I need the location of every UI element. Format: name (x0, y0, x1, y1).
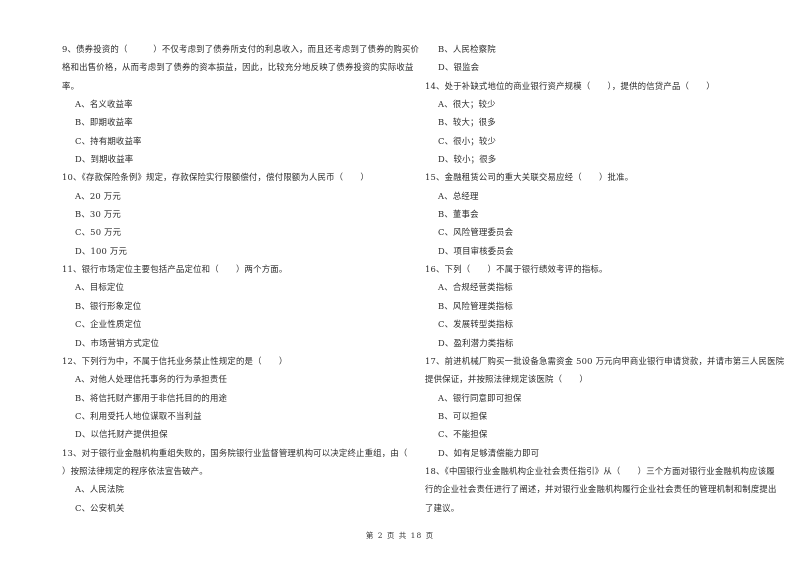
answer-option: A、银行同意即可担保 (438, 392, 522, 403)
answer-option: B、将信托财产挪用于非信托目的的用途 (75, 392, 228, 403)
question-text: 18、《中国银行业金融机构企业社会责任指引》从（ ）三个方面对银行业金融机构应该… (425, 465, 775, 476)
answer-option: B、较大；很多 (438, 117, 496, 128)
answer-option: A、名义收益率 (75, 99, 133, 110)
page-footer: 第 2 页 共 18 页 (365, 531, 435, 540)
question-text-continued: 格和出售价格，从而考虑到了债券的资本损益，因此，比较充分地反映了债券投资的实际收… (62, 62, 414, 73)
left-column: 9、债券投资的（ ）不仅考虑到了债券所支付的利息收入，而且还考虑到了债券的购买价… (62, 40, 420, 517)
answer-option: C、50 万元 (75, 227, 122, 238)
answer-option: B、银行形象定位 (75, 300, 142, 311)
question-text: 15、金融租赁公司的重大关联交易应经（ ）批准。 (425, 172, 634, 183)
answer-option: A、目标定位 (75, 282, 125, 293)
right-column: B、人民检察院 D、银监会 14、处于补缺式地位的商业银行资产规模（ ），提供的信贷… (425, 40, 785, 517)
answer-option: C、风险管理委员会 (438, 227, 514, 238)
question-text-continued: 了建议。 (425, 502, 460, 513)
question-text-continued: 提供保证，并按照法律规定该医院（ ） (425, 374, 588, 385)
answer-option: B、即期收益率 (75, 117, 133, 128)
question-text: 16、下列（ ）不属于银行绩效考评的指标。 (425, 264, 608, 275)
question-text: 13、对于银行业金融机构重组失败的，国务院银行业监督管理机构可以决定终止重组，由… (62, 447, 408, 458)
answer-option: C、利用受托人地位谋取不当利益 (75, 410, 202, 421)
answer-option: D、市场营销方式定位 (75, 337, 160, 348)
answer-option: A、很大；较少 (438, 99, 496, 110)
answer-option: B、董事会 (438, 209, 479, 220)
answer-option: D、如有足够清偿能力即可 (438, 447, 540, 458)
question-text: 17、前进机械厂购买一批设备急需资金 500 万元向甲商业银行申请贷款，并请市第… (425, 355, 785, 366)
question-text: 11、银行市场定位主要包括产品定位和（ ）两个方面。 (62, 264, 288, 275)
question-text-continued: ）按照法律规定的程序依法宣告破产。 (62, 465, 208, 476)
answer-option: C、发展转型类指标 (438, 319, 514, 330)
answer-option: D、较小；很多 (438, 154, 497, 165)
answer-option: B、可以担保 (438, 410, 488, 421)
question-text: 10、《存款保险条例》规定，存款保险实行限额偿付，偿付限额为人民币（ ） (62, 172, 369, 183)
answer-option: D、以信托财产提供担保 (75, 429, 168, 440)
answer-option: B、风险管理类指标 (438, 300, 513, 311)
answer-option: A、总经理 (438, 190, 479, 201)
answer-option: D、到期收益率 (75, 154, 134, 165)
question-text: 12、下列行为中，不属于信托业务禁止性规定的是（ ） (62, 355, 288, 366)
answer-option: D、盈利潜力类指标 (438, 337, 514, 348)
answer-option: A、人民法院 (75, 484, 125, 495)
answer-option: C、很小；较少 (438, 135, 497, 146)
question-text: 14、处于补缺式地位的商业银行资产规模（ ），提供的信贷产品（ ） (425, 80, 715, 91)
answer-option: C、企业性质定位 (75, 319, 142, 330)
answer-option: D、银监会 (438, 62, 480, 73)
answer-option: B、30 万元 (75, 209, 121, 220)
answer-option: C、公安机关 (75, 502, 125, 513)
answer-option: A、20 万元 (75, 190, 121, 201)
answer-option: C、持有期收益率 (75, 135, 142, 146)
question-text-continued: 率。 (62, 80, 80, 91)
answer-option: D、100 万元 (75, 245, 128, 256)
answer-option: B、人民检察院 (438, 44, 496, 54)
question-text: 9、债券投资的（ ）不仅考虑到了债券所支付的利息收入，而且还考虑到了债券的购买价 (62, 44, 420, 54)
answer-option: A、对他人处理信托事务的行为承担责任 (75, 374, 228, 385)
answer-option: A、合规经营类指标 (438, 282, 513, 293)
answer-option: D、项目审核委员会 (438, 245, 514, 256)
question-text-continued: 行的企业社会责任进行了阐述，并对银行业金融机构履行企业社会责任的管理机制和制度提… (425, 484, 777, 495)
answer-option: C、不能担保 (438, 429, 488, 440)
